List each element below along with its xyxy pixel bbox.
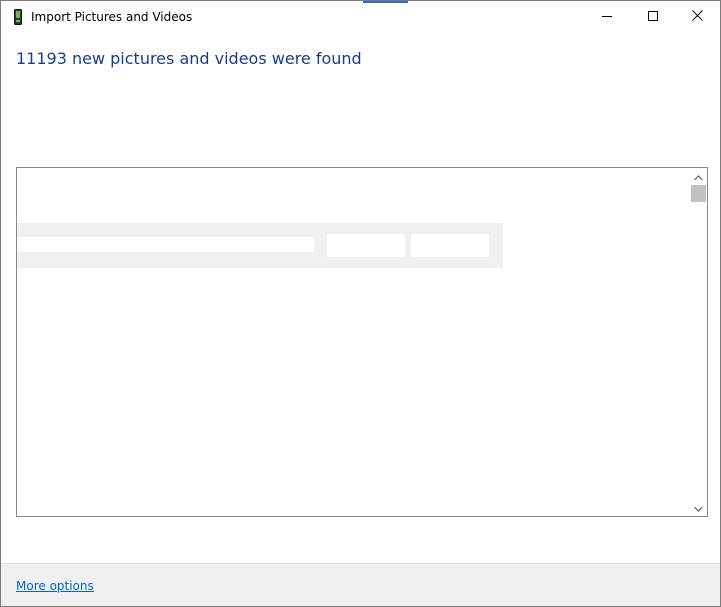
minimize-button[interactable] bbox=[584, 1, 630, 32]
close-button[interactable] bbox=[674, 1, 720, 32]
maximize-icon bbox=[648, 8, 658, 26]
import-device-icon bbox=[14, 9, 22, 25]
close-icon bbox=[691, 8, 703, 26]
scroll-down-button[interactable] bbox=[690, 499, 707, 516]
import-groups-list[interactable] bbox=[16, 167, 708, 517]
placeholder-button bbox=[327, 234, 405, 257]
footer-bar: More options bbox=[1, 563, 720, 606]
minimize-icon bbox=[602, 8, 612, 26]
found-items-heading: 11193 new pictures and videos were found bbox=[16, 49, 362, 68]
title-bar[interactable]: Import Pictures and Videos bbox=[1, 1, 720, 33]
chevron-up-icon bbox=[694, 168, 703, 186]
window-title: Import Pictures and Videos bbox=[31, 10, 193, 24]
placeholder-field bbox=[17, 237, 314, 252]
loading-placeholder-row bbox=[17, 223, 503, 268]
scroll-thumb[interactable] bbox=[691, 185, 706, 202]
chevron-down-icon bbox=[694, 499, 703, 517]
maximize-button[interactable] bbox=[630, 1, 676, 32]
vertical-scrollbar[interactable] bbox=[690, 168, 707, 516]
import-window: Import Pictures and Videos 11193 new pic… bbox=[0, 0, 721, 607]
more-options-link[interactable]: More options bbox=[16, 579, 94, 593]
placeholder-button bbox=[411, 234, 489, 257]
scroll-up-button[interactable] bbox=[690, 168, 707, 185]
